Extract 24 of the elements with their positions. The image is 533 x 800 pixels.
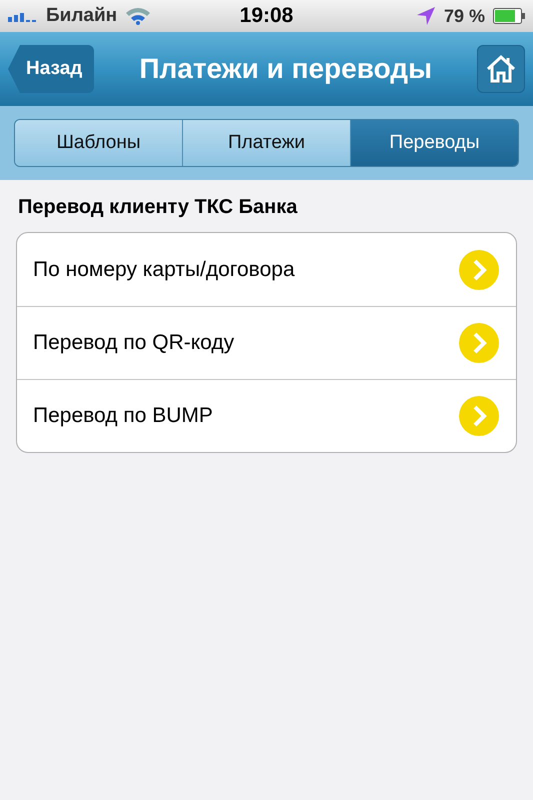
clock: 19:08 bbox=[240, 3, 294, 30]
chevron-right-icon bbox=[458, 322, 500, 364]
item-label: Перевод по BUMP bbox=[33, 403, 214, 430]
segment-tab[interactable]: Переводы bbox=[350, 120, 518, 166]
carrier-name: Билайн bbox=[46, 4, 118, 28]
list-item[interactable]: Перевод по BUMP bbox=[17, 379, 516, 452]
battery-percent: 79 % bbox=[444, 4, 485, 28]
location-arrow-icon bbox=[416, 6, 436, 26]
signal-icon bbox=[8, 10, 38, 22]
section-title: Перевод клиенту ТКС Банка bbox=[18, 195, 298, 220]
home-icon bbox=[485, 53, 517, 85]
back-button[interactable]: Назад bbox=[8, 45, 94, 93]
segment-tab[interactable]: Шаблоны bbox=[15, 120, 182, 166]
item-label: Перевод по QR-коду bbox=[33, 330, 236, 356]
home-button[interactable] bbox=[477, 45, 525, 93]
wifi-icon bbox=[125, 7, 152, 25]
chevron-right-icon bbox=[458, 395, 500, 437]
chevron-right-icon bbox=[458, 248, 500, 290]
page-title: Платежи и переводы bbox=[138, 52, 433, 86]
list-item[interactable]: По номеру карты/договора bbox=[17, 233, 516, 306]
item-label: По номеру карты/договора bbox=[33, 256, 296, 283]
list-item[interactable]: Перевод по QR-коду bbox=[17, 306, 516, 379]
segment-tab[interactable]: Платежи bbox=[182, 120, 350, 166]
battery-icon bbox=[493, 8, 525, 24]
